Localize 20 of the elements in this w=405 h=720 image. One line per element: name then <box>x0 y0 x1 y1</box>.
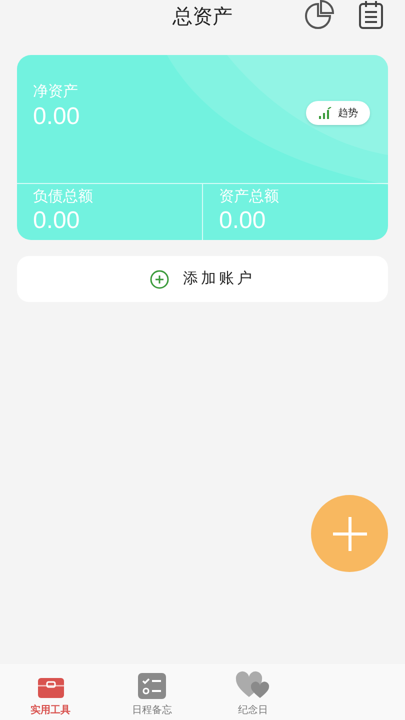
assets-value: 0.00 <box>219 207 267 235</box>
hearts-icon <box>235 671 272 699</box>
bar-chart-icon <box>318 107 332 119</box>
trend-button[interactable]: 趋势 <box>306 101 370 125</box>
assets-label: 资产总额 <box>219 187 280 207</box>
pie-chart-icon[interactable] <box>304 0 336 30</box>
nav-tab[interactable]: 实用工具 <box>0 664 102 720</box>
nav-tab[interactable]: 纪念日 <box>202 664 304 720</box>
checklist-icon <box>138 673 166 699</box>
liabilities-value: 0.00 <box>33 207 81 235</box>
net-assets-label: 净资产 <box>33 82 78 102</box>
add-account-button[interactable]: 添加账户 <box>17 256 388 302</box>
liabilities-label: 负债总额 <box>33 187 94 207</box>
nav-tab[interactable]: 日程备忘 <box>101 664 202 720</box>
page-title: 总资产 <box>172 5 232 30</box>
clipboard-icon[interactable] <box>358 0 384 30</box>
net-assets-value: 0.00 <box>33 102 80 132</box>
plus-icon <box>332 516 366 550</box>
plus-circle-icon <box>150 270 169 288</box>
toolbox-icon <box>36 675 65 699</box>
